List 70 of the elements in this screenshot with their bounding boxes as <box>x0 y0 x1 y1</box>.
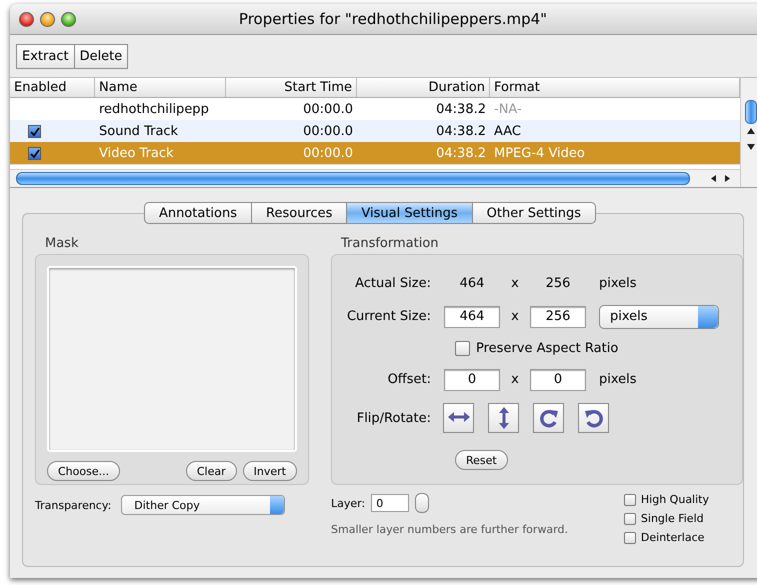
value-text: 464 <box>458 276 486 291</box>
reset-button[interactable]: Reset <box>455 450 508 470</box>
table-cell-text: MPEG-4 Video <box>493 146 586 160</box>
times-sign: x <box>510 372 520 387</box>
section-title: Transformation <box>341 236 440 251</box>
checkbox[interactable]: Preserve Aspect Ratio <box>455 333 742 363</box>
horizontal-scrollbar[interactable] <box>10 169 740 187</box>
layer-field[interactable]: 0 <box>371 494 410 512</box>
checkbox[interactable]: Deinterlace <box>624 531 709 544</box>
flip-rotate-button[interactable] <box>443 403 474 433</box>
tab[interactable]: Annotations <box>144 202 252 224</box>
mask-button[interactable]: Choose... <box>47 461 120 481</box>
table-cell-text: Video Track <box>98 146 175 160</box>
checkbox[interactable]: Single Field <box>624 512 709 525</box>
flip-rotate-button[interactable] <box>578 403 609 433</box>
checkbox[interactable] <box>28 124 41 138</box>
number-field[interactable]: 0 <box>530 368 586 390</box>
table-cell-text: AAC <box>493 124 522 138</box>
number-field[interactable]: 256 <box>530 306 586 328</box>
table-row[interactable]: redhothchilipepp 00:00.0 04:38.2 -NA- <box>10 98 740 120</box>
flip-rotate-button[interactable] <box>533 403 564 433</box>
vertical-scrollbar[interactable] <box>740 78 757 187</box>
table-cell-text: -NA- <box>493 102 523 116</box>
mask-button[interactable]: Clear <box>186 461 237 481</box>
toolbar-button[interactable]: Delete <box>74 44 128 68</box>
table-cell-text: 04:38.2 <box>435 146 487 160</box>
number-field[interactable]: 464 <box>444 306 500 328</box>
column-header[interactable]: Enabled <box>10 78 95 97</box>
table-cell-text: redhothchilipepp <box>98 102 210 116</box>
column-header[interactable]: Name <box>95 78 226 97</box>
field-label: Layer: <box>331 496 366 510</box>
checkbox[interactable]: High Quality <box>624 493 709 506</box>
window-title: Properties for "redhothchilipeppers.mp4" <box>238 10 548 28</box>
scroll-thumb[interactable] <box>16 172 690 185</box>
stepper[interactable] <box>415 493 430 513</box>
unit-text: pixels <box>598 372 638 387</box>
field-label: Current Size: <box>346 309 432 324</box>
field-label: Flip/Rotate: <box>356 410 432 426</box>
field-label: Actual Size: <box>354 276 432 291</box>
minimize-button[interactable] <box>40 12 55 26</box>
unit-dropdown[interactable]: pixels <box>599 304 719 328</box>
field-label: Transparency: <box>35 498 112 512</box>
table-cell-text: 00:00.0 <box>302 102 354 116</box>
flip-rotate-button[interactable] <box>488 403 519 433</box>
value-text: 256 <box>544 276 572 291</box>
checkbox[interactable] <box>28 146 41 160</box>
number-field[interactable]: 0 <box>444 368 500 390</box>
toolbar-button[interactable]: Extract <box>17 44 75 68</box>
table-cell-text: 00:00.0 <box>302 124 354 138</box>
transparency-dropdown[interactable]: Dither Copy <box>121 495 286 515</box>
table-cell-text: 00:00.0 <box>302 146 354 160</box>
hint-text: Smaller layer numbers are further forward. <box>331 523 568 536</box>
table-cell-text: Sound Track <box>98 124 180 138</box>
times-sign: x <box>510 276 520 291</box>
field-label: Offset: <box>386 372 432 387</box>
table-cell-text: 04:38.2 <box>435 102 487 116</box>
zoom-button[interactable] <box>61 12 76 26</box>
close-button[interactable] <box>19 12 34 26</box>
scroll-thumb[interactable] <box>744 100 756 124</box>
column-header[interactable]: Start Time <box>226 78 357 97</box>
table-cell-text: 04:38.2 <box>435 124 487 138</box>
table-row[interactable]: Sound Track 00:00.0 04:38.2 AAC <box>10 120 740 142</box>
tab[interactable]: Visual Settings <box>347 202 473 224</box>
tab[interactable]: Other Settings <box>472 202 596 224</box>
section-title: Mask <box>45 236 80 251</box>
times-sign: x <box>510 309 520 324</box>
tab[interactable]: Resources <box>252 202 348 224</box>
column-header[interactable]: Duration <box>357 78 490 97</box>
unit-text: pixels <box>598 276 638 291</box>
mask-button[interactable]: Invert <box>242 461 297 481</box>
